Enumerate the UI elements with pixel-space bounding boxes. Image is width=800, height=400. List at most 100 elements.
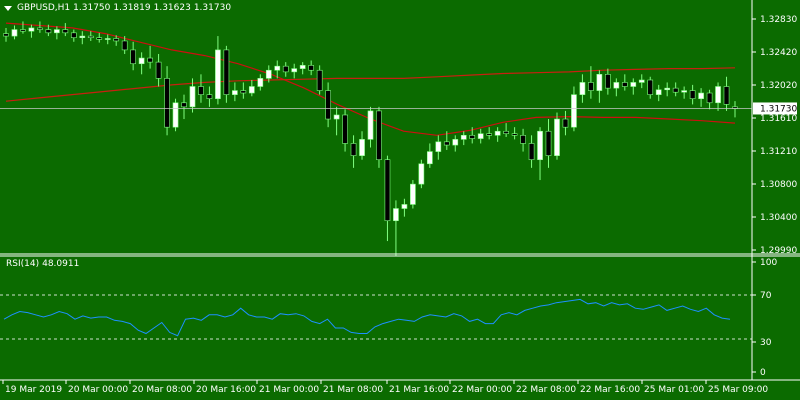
rsi-levels (0, 294, 752, 340)
candle-body (316, 69, 323, 91)
candle-body (3, 33, 9, 37)
time-axis-labels: 19 Mar 2019 20 Mar 00:00 20 Mar 08:00 20 Ma… (2, 380, 768, 395)
candle-body (350, 143, 357, 156)
candle-body (189, 86, 196, 108)
candle-body (181, 102, 187, 108)
candle-body (172, 102, 179, 128)
candle-body (681, 90, 687, 93)
rsi-tick-label: 100 (760, 258, 777, 268)
axes (0, 0, 800, 381)
time-tick-label: 21 Mar 08:00 (323, 385, 383, 395)
price-tick-label: 1.29990 (760, 246, 797, 256)
open-value: 1.31750 (73, 3, 111, 13)
time-tick-label: 22 Mar 00:00 (452, 385, 512, 395)
candle-body (45, 29, 52, 34)
candle-body (520, 135, 526, 144)
candle-body (198, 86, 204, 95)
price-tick-label: 1.32830 (760, 15, 797, 25)
price-tick-label: 1.31610 (760, 114, 797, 124)
rsi-tick-label: 0 (760, 368, 766, 378)
rsi-tick-label: 70 (760, 291, 772, 301)
candle-body (215, 49, 221, 100)
time-tick-label: 22 Mar 16:00 (580, 385, 640, 395)
candle-body (367, 110, 374, 140)
candle-body (605, 74, 611, 89)
rsi-series-line (3, 298, 731, 337)
candle-body (503, 130, 509, 134)
candle-body (240, 90, 247, 94)
candle-body (282, 65, 289, 73)
candle-body (511, 133, 518, 136)
candle-body (308, 65, 315, 71)
chart-svg: 1.32830 1.32420 1.32020 1.31610 1.31210 1.308… (0, 0, 800, 395)
candle-body (333, 114, 340, 120)
candle-body (70, 32, 77, 39)
low-value: 1.31623 (153, 3, 191, 13)
price-tick-label: 1.32020 (760, 81, 797, 91)
candles (3, 21, 738, 256)
candle-body (291, 68, 298, 73)
candle-body (452, 139, 459, 146)
candle-body (11, 29, 18, 37)
candle-body (232, 90, 238, 95)
candle-body (265, 69, 272, 79)
rsi-line (3, 298, 731, 337)
candle-body (571, 94, 577, 128)
candle-body (410, 183, 416, 205)
candle-body (155, 61, 162, 79)
candle-body (274, 65, 281, 71)
time-tick-label: 22 Mar 08:00 (516, 385, 576, 395)
candle-body (87, 35, 94, 39)
rsi-label: RSI(14) (6, 259, 40, 269)
candle-body (477, 133, 484, 139)
close-value: 1.31730 (193, 3, 232, 13)
candle-body (621, 82, 628, 87)
time-tick-label: 25 Mar 01:00 (644, 385, 704, 395)
candle-body (384, 159, 391, 222)
candle-body (706, 92, 713, 104)
time-tick-label: 21 Mar 00:00 (259, 385, 319, 395)
time-tick-label: 19 Mar 2019 (5, 385, 62, 395)
candle-body (554, 118, 560, 156)
candle-body (579, 82, 586, 95)
symbol-label: GBPUSD,H1 (17, 3, 71, 13)
rsi-axis-labels: 100 70 30 0 (752, 258, 777, 378)
candle-body (342, 114, 348, 144)
candle-body (147, 57, 153, 63)
candle-body (613, 82, 620, 89)
candle-body (486, 133, 493, 136)
candle-body (223, 49, 230, 95)
rsi-tick-label: 30 (760, 338, 772, 348)
candle-body (545, 130, 552, 156)
candle-body (96, 37, 103, 40)
current-price-line: 1.31730 (0, 102, 797, 115)
high-value: 1.31819 (113, 3, 151, 13)
candle-body (121, 40, 128, 51)
candle-body (426, 151, 433, 165)
candle-body (113, 38, 120, 42)
candle-body (494, 130, 501, 136)
candle-body (443, 141, 450, 146)
candle-body (62, 29, 69, 34)
chart-header: GBPUSD,H1 1.31750 1.31819 1.31623 1.3173… (4, 3, 231, 13)
price-tick-label: 1.30400 (760, 213, 797, 223)
candle-body (672, 87, 679, 93)
candle-body (588, 82, 594, 91)
price-tick-label: 1.32420 (760, 48, 797, 58)
candle-body (698, 92, 704, 100)
candle-body (20, 29, 26, 32)
candle-body (537, 130, 543, 161)
dropdown-triangle-icon[interactable] (4, 5, 12, 11)
rsi-value: 48.0911 (42, 259, 80, 269)
price-tick-label: 1.30800 (760, 180, 797, 190)
candle-body (359, 139, 365, 156)
candle-body (164, 78, 170, 128)
candle-body (469, 135, 476, 139)
candle-body (528, 143, 535, 161)
candle-body (630, 82, 637, 87)
candle-body (79, 35, 86, 39)
candle-body (37, 27, 43, 30)
candle-body (54, 29, 60, 34)
time-tick-label: 20 Mar 08:00 (132, 385, 192, 395)
candle-body (206, 94, 213, 100)
